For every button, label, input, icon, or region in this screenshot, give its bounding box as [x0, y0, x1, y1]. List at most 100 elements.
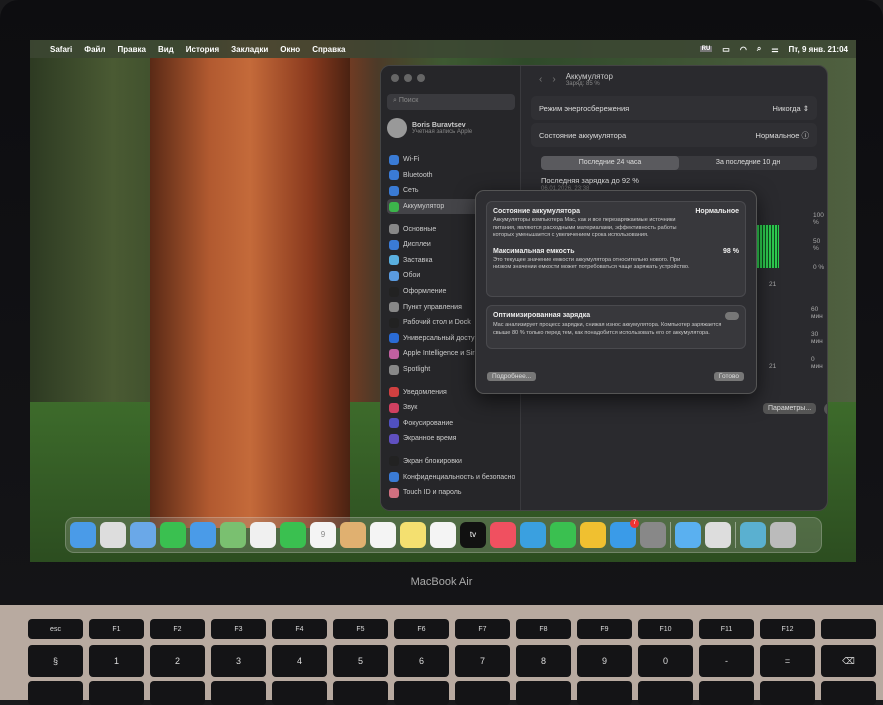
- key[interactable]: esc: [28, 619, 83, 639]
- key[interactable]: F6: [394, 619, 449, 639]
- dock-tv-icon[interactable]: tv: [460, 522, 486, 548]
- dock-preview-icon[interactable]: [705, 522, 731, 548]
- dock-finder-icon[interactable]: [70, 522, 96, 548]
- search-input[interactable]: ⌕ Поиск: [387, 94, 515, 110]
- zoom-button[interactable]: [417, 74, 425, 82]
- key[interactable]: ⌫: [821, 645, 876, 677]
- key[interactable]: [89, 681, 144, 705]
- dock-system-settings-icon[interactable]: [640, 522, 666, 548]
- dock-numbers-icon[interactable]: [550, 522, 576, 548]
- key[interactable]: [272, 681, 327, 705]
- key[interactable]: F4: [272, 619, 327, 639]
- sidebar-item[interactable]: Экран блокировки: [387, 454, 515, 470]
- minimize-button[interactable]: [404, 74, 412, 82]
- tab-10d[interactable]: За последние 10 дн: [679, 156, 817, 170]
- sidebar-item[interactable]: Touch ID и пароль: [387, 485, 515, 501]
- menu-4[interactable]: История: [186, 45, 219, 54]
- key[interactable]: =: [760, 645, 815, 677]
- menu-5[interactable]: Закладки: [231, 45, 268, 54]
- dock-photos-icon[interactable]: [250, 522, 276, 548]
- key[interactable]: [821, 681, 876, 705]
- key[interactable]: 5: [333, 645, 388, 677]
- menu-7[interactable]: Справка: [312, 45, 345, 54]
- clock[interactable]: Пт, 9 янв. 21:04: [788, 45, 848, 54]
- control-center-icon[interactable]: ⚌: [771, 45, 778, 54]
- sidebar-item[interactable]: Bluetooth: [387, 168, 515, 184]
- key[interactable]: [516, 681, 571, 705]
- key[interactable]: 8: [516, 645, 571, 677]
- help-button[interactable]: ?: [824, 403, 827, 415]
- done-button[interactable]: Готово: [713, 372, 744, 381]
- wifi-icon[interactable]: ◠: [740, 45, 747, 54]
- more-info-button[interactable]: Подробнее...: [487, 372, 537, 381]
- optimized-charging-toggle[interactable]: [725, 312, 739, 320]
- sidebar-item[interactable]: Звук: [387, 400, 515, 416]
- key[interactable]: [333, 681, 388, 705]
- key[interactable]: F8: [516, 619, 571, 639]
- menu-6[interactable]: Окно: [280, 45, 300, 54]
- tab-24h[interactable]: Последние 24 часа: [541, 156, 679, 170]
- key[interactable]: F5: [333, 619, 388, 639]
- key[interactable]: [150, 681, 205, 705]
- key[interactable]: F2: [150, 619, 205, 639]
- sidebar-item[interactable]: Wi-Fi: [387, 152, 515, 168]
- back-icon[interactable]: ‹: [539, 74, 542, 85]
- key[interactable]: F11: [699, 619, 754, 639]
- key[interactable]: 3: [211, 645, 266, 677]
- key[interactable]: 6: [394, 645, 449, 677]
- key[interactable]: 9: [577, 645, 632, 677]
- dock-downloads-icon[interactable]: [740, 522, 766, 548]
- menu-3[interactable]: Вид: [158, 45, 174, 54]
- key[interactable]: [821, 619, 876, 639]
- key[interactable]: [760, 681, 815, 705]
- dock-facetime-icon[interactable]: [280, 522, 306, 548]
- dock-pages-icon[interactable]: [580, 522, 606, 548]
- key[interactable]: 4: [272, 645, 327, 677]
- dock-calendar-icon[interactable]: 9: [310, 522, 336, 548]
- key[interactable]: F10: [638, 619, 693, 639]
- key[interactable]: [638, 681, 693, 705]
- dock-app-store-icon[interactable]: 7: [610, 519, 639, 548]
- key[interactable]: [211, 681, 266, 705]
- key[interactable]: F3: [211, 619, 266, 639]
- sidebar-item[interactable]: Фокусирование: [387, 416, 515, 432]
- key[interactable]: [455, 681, 510, 705]
- dock-weather-icon[interactable]: [675, 522, 701, 548]
- dock-safari-icon[interactable]: [130, 522, 156, 548]
- dock-music-icon[interactable]: [490, 522, 516, 548]
- dock-mail-icon[interactable]: [190, 522, 216, 548]
- dock-trash-icon[interactable]: [770, 522, 796, 548]
- dock-maps-icon[interactable]: [220, 522, 246, 548]
- close-button[interactable]: [391, 74, 399, 82]
- dock-reminders-icon[interactable]: [370, 522, 396, 548]
- key[interactable]: [28, 681, 83, 705]
- sidebar-item[interactable]: Экранное время: [387, 431, 515, 447]
- forward-icon[interactable]: ›: [552, 74, 555, 85]
- menu-1[interactable]: Файл: [84, 45, 105, 54]
- key[interactable]: [699, 681, 754, 705]
- dock-freeform-icon[interactable]: [430, 522, 456, 548]
- options-button[interactable]: Параметры...: [763, 403, 817, 414]
- battery-icon[interactable]: ▭: [722, 45, 730, 54]
- low-power-select[interactable]: Никогда ⇕: [773, 104, 809, 113]
- key[interactable]: 7: [455, 645, 510, 677]
- key[interactable]: 1: [89, 645, 144, 677]
- dock-launchpad-icon[interactable]: [100, 522, 126, 548]
- info-icon[interactable]: ⓘ: [802, 131, 810, 140]
- menu-2[interactable]: Правка: [118, 45, 146, 54]
- dock-notes-icon[interactable]: [400, 522, 426, 548]
- key[interactable]: 2: [150, 645, 205, 677]
- key[interactable]: [577, 681, 632, 705]
- dock-messages-icon[interactable]: [160, 522, 186, 548]
- sidebar-item[interactable]: Конфиденциальность и безопасность: [387, 469, 515, 485]
- key[interactable]: F7: [455, 619, 510, 639]
- apple-account[interactable]: Boris Buravtsev Учетная запись Apple: [387, 118, 472, 138]
- key[interactable]: F9: [577, 619, 632, 639]
- key[interactable]: §: [28, 645, 83, 677]
- dock-keynote-icon[interactable]: [520, 522, 546, 548]
- key[interactable]: F1: [89, 619, 144, 639]
- key[interactable]: 0: [638, 645, 693, 677]
- menu-0[interactable]: Safari: [50, 45, 72, 54]
- spotlight-icon[interactable]: ⌕: [757, 44, 761, 54]
- dock-contacts-icon[interactable]: [340, 522, 366, 548]
